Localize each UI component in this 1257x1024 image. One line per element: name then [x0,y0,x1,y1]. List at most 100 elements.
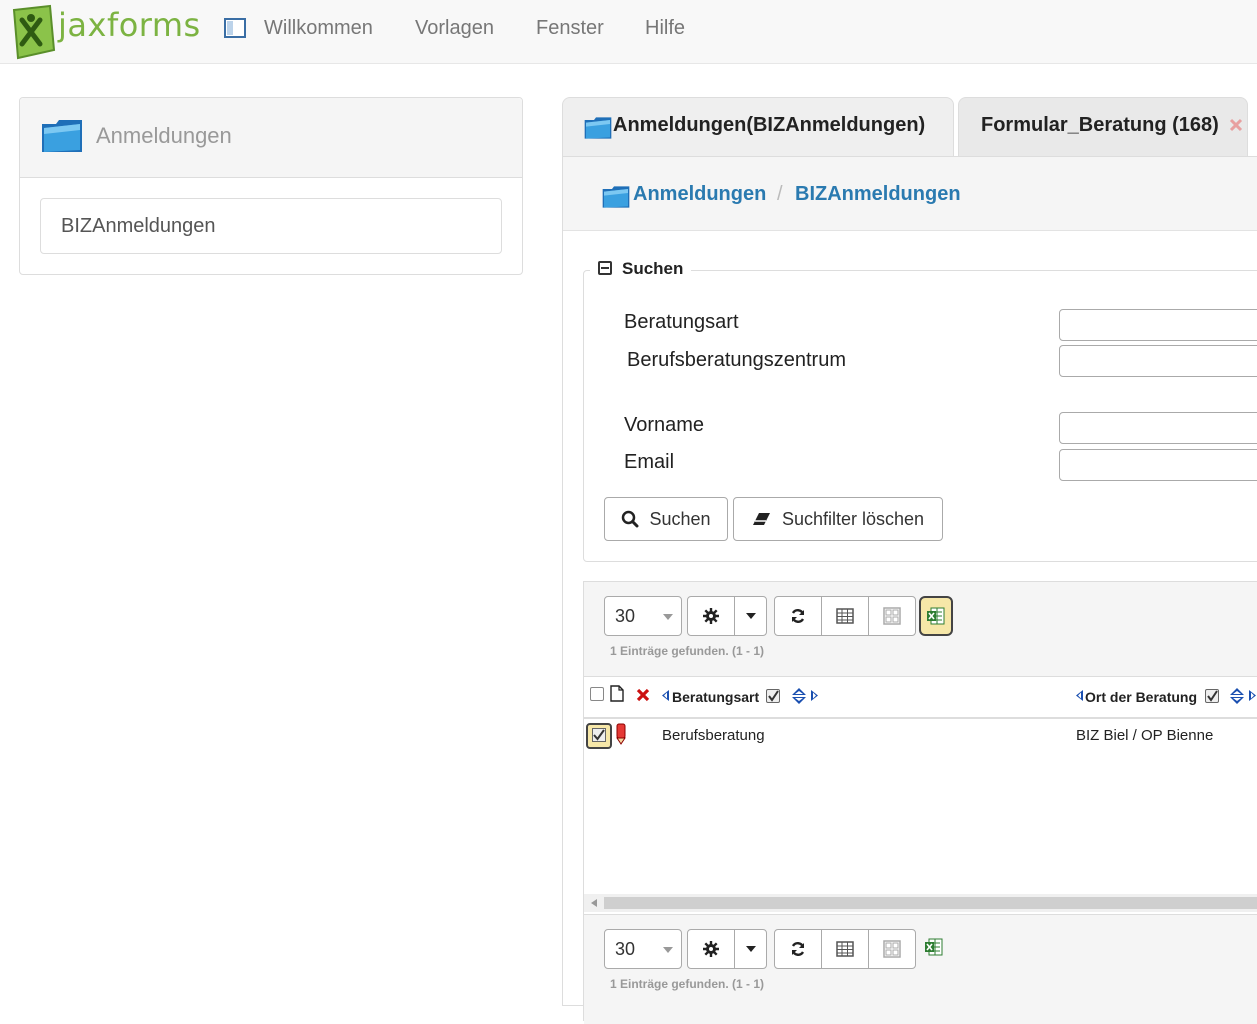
refresh-icon [791,942,805,956]
gear-icon [703,941,719,957]
settings-button[interactable] [687,596,735,636]
checkmark-icon [768,690,779,702]
dropdown-arrow-icon [663,947,673,953]
caret-down-icon [745,613,756,619]
main-panel: Anmeldungen / BIZAnmeldungen Suchen Bera… [562,156,1257,1024]
breadcrumb: Anmeldungen / BIZAnmeldungen [563,157,1257,231]
tab-anmeldungen[interactable]: Anmeldungen(BIZAnmeldungen) [562,97,954,157]
table-icon [836,941,854,957]
folder-icon [602,186,630,208]
menu-vorlagen[interactable]: Vorlagen [415,17,494,40]
gear-icon [703,608,719,624]
scroll-left-icon[interactable] [591,899,597,907]
refresh-icon [791,609,805,623]
eraser-icon [752,513,770,525]
delete-icon[interactable] [636,688,650,702]
move-right-icon[interactable] [1249,690,1256,701]
email-input[interactable] [1059,449,1257,481]
table-row[interactable]: Berufsberatung BIZ Biel / OP Bienne [584,719,1257,759]
column-header-ort-der-beratung[interactable]: Ort der Beratung [1085,689,1197,705]
top-navbar: jaxforms Willkommen Vorlagen Fenster Hil… [0,0,1257,64]
sidebar-item-bizanmeldungen[interactable]: BIZAnmeldungen [40,198,502,254]
logo-text: jaxforms [58,6,201,44]
search-fieldset: Suchen Beratungsart Berufsberatungszentr… [583,259,1257,562]
move-left-icon[interactable] [662,690,669,701]
move-left-icon[interactable] [1076,690,1083,701]
horizontal-scrollbar[interactable] [584,894,1257,912]
beratungsart-input[interactable] [1059,309,1257,341]
column-visible-checkbox[interactable] [1205,689,1219,703]
label-vorname: Vorname [624,414,705,436]
checkmark-icon [592,728,606,742]
collapse-icon[interactable] [598,261,612,275]
close-tab-icon[interactable] [1229,118,1243,132]
cell-beratungsart: Berufsberatung [662,727,765,744]
grid-icon [883,940,901,958]
tab-formular-beratung[interactable]: Formular_Beratung (168) [958,97,1248,157]
refresh-button-bottom[interactable] [774,929,822,969]
breadcrumb-separator: / [777,183,783,205]
sort-icon[interactable] [1229,687,1245,705]
breadcrumb-bizanmeldungen[interactable]: BIZAnmeldungen [795,183,961,206]
menu-willkommen[interactable]: Willkommen [264,17,373,40]
grid-toolbar: 30 1 Einträge gefunden. (1 - 1) [584,582,1257,677]
column-visible-checkbox[interactable] [766,689,780,703]
move-right-icon[interactable] [811,690,818,701]
sidebar-item-label: BIZAnmeldungen [61,215,216,237]
page-size-select-bottom[interactable]: 30 [604,929,682,969]
caret-down-icon [745,946,756,952]
excel-icon [927,607,945,625]
page-size-value: 30 [615,939,636,959]
clear-filter-button[interactable]: Suchfilter löschen [733,497,943,541]
settings-button-bottom[interactable] [687,929,735,969]
search-legend-label: Suchen [622,259,684,278]
result-count-bottom: 1 Einträge gefunden. (1 - 1) [610,977,765,991]
page-size-value: 30 [615,606,636,626]
search-button[interactable]: Suchen [604,497,728,541]
column-header-beratungsart[interactable]: Beratungsart [672,689,759,705]
menu-hilfe[interactable]: Hilfe [645,17,685,40]
sort-icon[interactable] [791,687,807,705]
cell-ort-der-beratung: BIZ Biel / OP Bienne [1076,727,1214,744]
search-legend[interactable]: Suchen [590,259,692,279]
refresh-button[interactable] [774,596,822,636]
new-document-icon[interactable] [610,685,624,702]
checkmark-icon [1207,690,1218,702]
breadcrumb-anmeldungen[interactable]: Anmeldungen [633,183,766,206]
logo-mark-icon [12,4,56,60]
select-all-checkbox[interactable] [590,687,604,701]
settings-dropdown-button-bottom[interactable] [734,929,767,969]
table-view-button-bottom[interactable] [821,929,869,969]
jaxforms-logo[interactable]: jaxforms [10,4,210,60]
clear-filter-button-label: Suchfilter löschen [781,508,925,529]
vorname-input[interactable] [1059,412,1257,444]
grid-icon [883,607,901,625]
label-berufsberatungszentrum: Berufsberatungszentrum [627,349,847,371]
page-size-select[interactable]: 30 [604,596,682,636]
grid-bottom-toolbar: 30 1 Einträge gefunden. (1 - 1) [584,914,1257,1024]
berufsberatungszentrum-input[interactable] [1059,345,1257,377]
left-panel: Anmeldungen BIZAnmeldungen [19,97,523,275]
dropdown-arrow-icon [663,614,673,620]
table-view-button[interactable] [821,596,869,636]
tab-label: Formular_Beratung (168) [981,114,1219,136]
scrollbar-thumb[interactable] [604,897,1257,909]
excel-icon[interactable] [924,937,944,957]
search-icon [622,510,639,528]
grid-header-row: Beratungsart Ort der Beratung [584,677,1257,719]
tile-view-button[interactable] [868,596,916,636]
results-grid: 30 1 Einträge gefunden. (1 - 1) Beratung… [583,581,1257,1024]
left-panel-title: Anmeldungen [96,123,232,148]
edit-pencil-icon[interactable] [616,723,626,745]
menu-fenster[interactable]: Fenster [536,17,604,40]
search-button-label: Suchen [649,508,711,529]
row-select-checkbox[interactable] [586,723,612,749]
result-count: 1 Einträge gefunden. (1 - 1) [610,644,765,658]
label-beratungsart: Beratungsart [624,311,739,333]
excel-export-button[interactable] [919,596,953,636]
table-icon [836,608,854,624]
settings-dropdown-button[interactable] [734,596,767,636]
label-email: Email [624,451,675,473]
sidebar-toggle-icon[interactable] [224,18,246,38]
tile-view-button-bottom[interactable] [868,929,916,969]
